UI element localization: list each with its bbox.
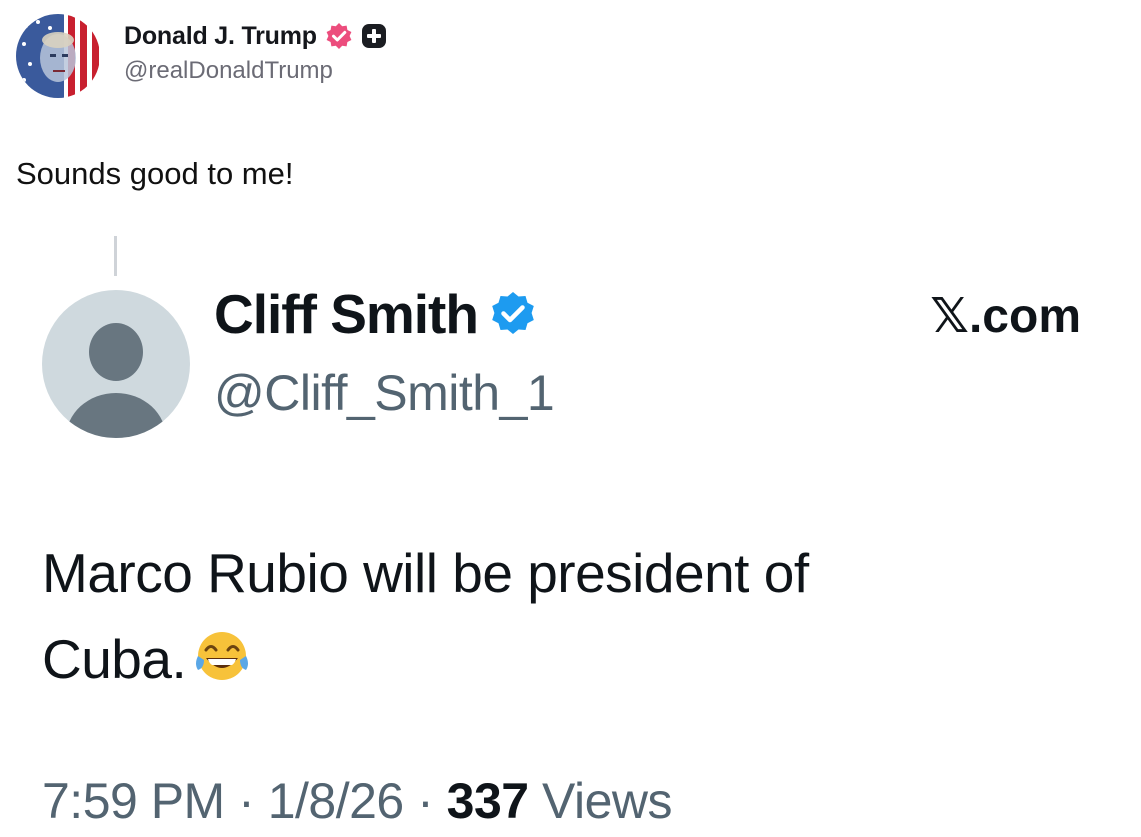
meta-separator: · — [238, 773, 255, 829]
x-source-link[interactable]: 𝕏.com — [930, 288, 1081, 344]
post-time[interactable]: 7:59 PM — [42, 773, 225, 829]
author-name-row: Donald J. Trump — [124, 22, 387, 51]
embedded-author-name[interactable]: Cliff Smith — [214, 282, 479, 346]
embedded-post-text: Marco Rubio will be president of Cuba. — [42, 530, 1042, 702]
embedded-author-avatar[interactable] — [42, 290, 190, 438]
thread-connector-line — [114, 236, 117, 276]
post-date[interactable]: 1/8/26 — [268, 773, 405, 829]
embedded-post-text-line-2: Cuba. — [42, 616, 1042, 702]
post-text: Sounds good to me! — [16, 156, 294, 191]
embedded-author-name-row: Cliff Smith — [214, 282, 538, 346]
author-name[interactable]: Donald J. Trump — [124, 22, 317, 51]
meta-separator: · — [417, 773, 434, 829]
x-source-label: 𝕏.com — [930, 290, 1081, 343]
embedded-post-text-line: Marco Rubio will be president of — [42, 542, 809, 604]
author-handle[interactable]: @realDonaldTrump — [124, 57, 387, 85]
embedded-post-meta: 7:59 PM · 1/8/26 · 337 Views — [42, 772, 672, 830]
embedded-post-text-line: Cuba. — [42, 628, 187, 690]
views-count: 337 — [446, 773, 529, 829]
author-avatar[interactable] — [16, 14, 100, 98]
plus-icon[interactable] — [361, 23, 387, 49]
embedded-author-handle[interactable]: @Cliff_Smith_1 — [214, 364, 555, 422]
verified-badge-icon — [325, 22, 353, 50]
post-header: Donald J. Trump @realDonaldTrump — [16, 14, 387, 98]
verified-badge-icon — [488, 289, 538, 339]
views-label: Views — [542, 773, 672, 829]
author-identity: Donald J. Trump @realDonaldTrump — [124, 22, 387, 85]
tears-of-joy-emoji-icon — [192, 624, 252, 684]
